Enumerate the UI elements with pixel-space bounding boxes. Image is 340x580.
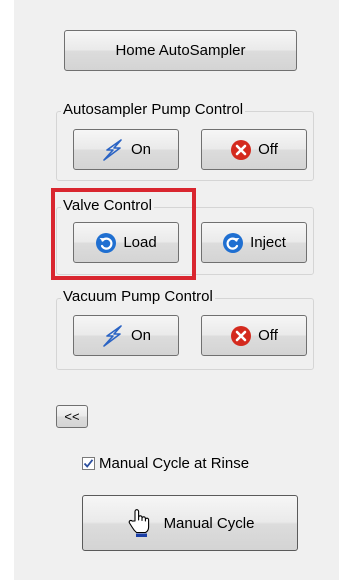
home-autosampler-button[interactable]: Home AutoSampler — [64, 30, 297, 71]
vacuum-pump-title: Vacuum Pump Control — [61, 288, 215, 305]
highlight-box — [51, 188, 196, 280]
manual-cycle-label: Manual Cycle — [163, 514, 255, 532]
valve-inject-label: Inject — [250, 234, 286, 251]
lightning-icon — [101, 138, 125, 161]
autosampler-pump-on-button[interactable]: On — [73, 129, 179, 170]
collapse-label: << — [64, 409, 80, 424]
valve-inject-button[interactable]: Inject — [201, 222, 307, 263]
lightning-icon — [101, 324, 125, 347]
autosampler-pump-off-button[interactable]: Off — [201, 129, 307, 170]
home-autosampler-label: Home AutoSampler — [115, 42, 246, 59]
red-x-icon — [230, 139, 252, 161]
autosampler-pump-on-label: On — [130, 141, 151, 158]
manual-cycle-rinse-label: Manual Cycle at Rinse — [99, 455, 250, 472]
vacuum-pump-on-label: On — [130, 327, 151, 344]
manual-cycle-button[interactable]: Manual Cycle — [82, 495, 298, 551]
vacuum-pump-off-label: Off — [258, 327, 278, 344]
collapse-button[interactable]: << — [56, 405, 88, 428]
blue-redo-icon — [222, 232, 244, 254]
manual-cycle-rinse-checkbox[interactable]: Manual Cycle at Rinse — [82, 455, 249, 472]
hand-pointer-icon — [126, 508, 152, 538]
autosampler-pump-off-label: Off — [258, 141, 278, 158]
autosampler-pump-title: Autosampler Pump Control — [61, 101, 246, 118]
vacuum-pump-off-button[interactable]: Off — [201, 315, 307, 356]
vacuum-pump-on-button[interactable]: On — [73, 315, 179, 356]
red-x-icon — [230, 325, 252, 347]
checkbox-checked-icon[interactable] — [82, 457, 95, 470]
